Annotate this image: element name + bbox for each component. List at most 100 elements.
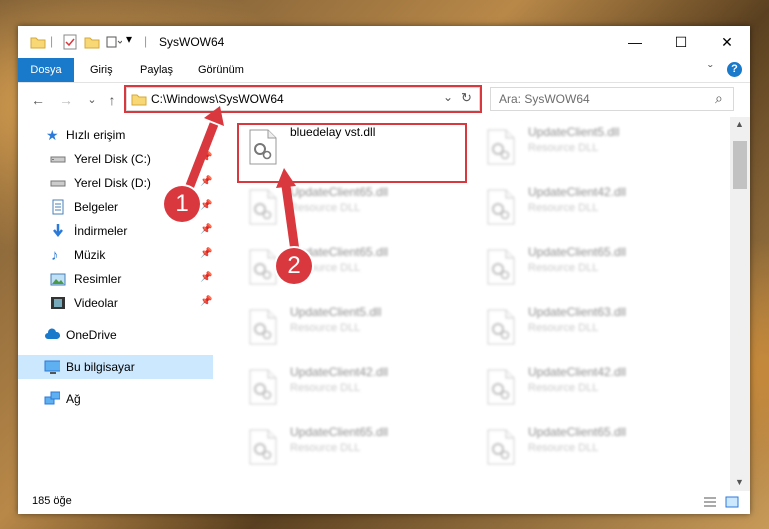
file-tile[interactable]: UpdateClient42.dll Resource DLL	[478, 181, 698, 231]
file-name: UpdateClient65.dll	[290, 185, 389, 199]
explorer-window: | ▾ | SysWOW64 — ☐ ✕ Dosya Giriş Paylaş …	[18, 26, 750, 514]
dll-file-icon	[249, 369, 277, 405]
forward-button[interactable]: →	[56, 90, 76, 110]
pin-icon: 📌	[200, 176, 213, 187]
sidebar-item-this-pc[interactable]: Bu bilgisayar	[18, 355, 213, 379]
sidebar-item-onedrive[interactable]: OneDrive	[18, 323, 213, 347]
status-bar: 185 öğe	[18, 491, 750, 514]
item-count: 185 öğe	[32, 495, 72, 507]
dll-file-icon	[487, 189, 515, 225]
sidebar-item-pictures[interactable]: Resimler 📌	[18, 267, 213, 291]
dll-file-icon	[487, 309, 515, 345]
network-icon	[44, 391, 60, 405]
file-type: Resource DLL	[528, 442, 599, 454]
file-tile[interactable]: UpdateClient65.dll Resource DLL	[240, 421, 460, 471]
up-button[interactable]: ↑	[102, 90, 122, 110]
dll-file-icon	[487, 369, 515, 405]
large-icons-view-icon[interactable]	[724, 495, 740, 509]
tab-home[interactable]: Giriş	[90, 58, 113, 82]
file-tile[interactable]: UpdateClient42.dll Resource DLL	[240, 361, 460, 411]
videos-icon	[51, 297, 65, 309]
pin-icon: 📌	[200, 200, 213, 211]
download-icon	[53, 224, 63, 238]
back-button[interactable]: ←	[28, 90, 48, 110]
sidebar-item-quick-access[interactable]: ★ Hızlı erişim	[18, 123, 213, 147]
drive-icon	[50, 180, 66, 187]
dll-file-icon	[487, 249, 515, 285]
drive-icon	[50, 156, 66, 163]
folder-icon	[30, 37, 46, 49]
cloud-icon	[45, 328, 60, 339]
computer-icon	[44, 360, 60, 374]
sidebar-item-music[interactable]: ♪ Müzik 📌	[18, 243, 213, 267]
details-view-icon[interactable]	[702, 495, 718, 509]
sidebar-item-drive-c[interactable]: Yerel Disk (C:) 📌	[18, 147, 213, 171]
file-tile[interactable]: UpdateClient5.dll Resource DLL	[240, 301, 460, 351]
pictures-icon	[50, 273, 66, 286]
vertical-scrollbar[interactable]: ▲ ▼	[730, 117, 750, 491]
file-highlight-box	[237, 123, 467, 183]
file-tile[interactable]: UpdateClient65.dll Resource DLL	[240, 241, 460, 291]
sidebar-item-downloads[interactable]: İndirmeler 📌	[18, 219, 213, 243]
file-name: UpdateClient65.dll	[528, 245, 627, 259]
file-type: Resource DLL	[528, 322, 599, 334]
pin-icon: 📌	[200, 296, 213, 307]
properties-icon[interactable]	[62, 34, 78, 50]
recent-locations-button[interactable]: ⌄	[82, 90, 102, 110]
file-tile[interactable]: UpdateClient5.dll Resource DLL	[478, 121, 698, 171]
file-type: Resource DLL	[528, 262, 599, 274]
navigation-pane: ★ Hızlı erişim Yerel Disk (C:) 📌 Yerel D…	[18, 117, 213, 491]
documents-icon	[52, 199, 64, 215]
title-bar: | ▾ | SysWOW64 — ☐ ✕	[18, 26, 750, 58]
scroll-down-arrow[interactable]: ▼	[735, 477, 744, 487]
toolbar-dropdown-arrow[interactable]: ▾	[126, 32, 132, 48]
file-name: UpdateClient42.dll	[290, 365, 389, 379]
file-tile[interactable]: UpdateClient42.dll Resource DLL	[478, 361, 698, 411]
new-folder-icon[interactable]	[84, 34, 100, 50]
file-type: Resource DLL	[528, 382, 599, 394]
maximize-button[interactable]: ☐	[658, 26, 704, 58]
window-title: SysWOW64	[159, 35, 225, 49]
tab-file[interactable]: Dosya	[18, 58, 74, 82]
step-badge-2: 2	[276, 248, 312, 284]
pin-icon: 📌	[200, 224, 213, 235]
search-box[interactable]: Ara: SysWOW64 ⌕	[490, 87, 734, 111]
file-name: UpdateClient65.dll	[290, 425, 389, 439]
tab-share[interactable]: Paylaş	[140, 58, 173, 82]
sidebar-item-videos[interactable]: Videolar 📌	[18, 291, 213, 315]
file-type: Resource DLL	[290, 442, 361, 454]
customize-toolbar-icon[interactable]	[106, 34, 122, 50]
scrollbar-thumb[interactable]	[733, 141, 747, 189]
file-name: UpdateClient63.dll	[528, 305, 627, 319]
file-name: UpdateClient42.dll	[528, 185, 627, 199]
search-input[interactable]: Ara: SysWOW64	[499, 92, 590, 106]
file-name: UpdateClient42.dll	[528, 365, 627, 379]
file-name: UpdateClient65.dll	[528, 425, 627, 439]
file-type: Resource DLL	[290, 382, 361, 394]
file-tile[interactable]: UpdateClient65.dll Resource DLL	[478, 241, 698, 291]
address-highlight-box	[124, 85, 482, 113]
dll-file-icon	[249, 249, 277, 285]
music-icon: ♪	[51, 247, 59, 264]
tab-view[interactable]: Görünüm	[198, 58, 244, 82]
pin-icon: 📌	[200, 248, 213, 259]
dll-file-icon	[487, 129, 515, 165]
file-type: Resource DLL	[528, 142, 599, 154]
dll-file-icon	[249, 189, 277, 225]
dll-file-icon	[487, 429, 515, 465]
file-type: Resource DLL	[290, 202, 361, 214]
file-type: Resource DLL	[528, 202, 599, 214]
pin-icon: 📌	[200, 272, 213, 283]
ribbon-tabs: Dosya Giriş Paylaş Görünüm ˇ ?	[18, 58, 750, 83]
dll-file-icon	[249, 429, 277, 465]
file-tile[interactable]: UpdateClient63.dll Resource DLL	[478, 301, 698, 351]
file-tile[interactable]: UpdateClient65.dll Resource DLL	[240, 181, 460, 231]
minimize-button[interactable]: —	[612, 26, 658, 58]
search-icon[interactable]: ⌕	[715, 90, 723, 107]
scroll-up-arrow[interactable]: ▲	[735, 119, 744, 129]
help-icon[interactable]: ?	[727, 62, 742, 77]
ribbon-collapse-button[interactable]: ˇ	[708, 58, 713, 82]
sidebar-item-network[interactable]: Ağ	[18, 387, 213, 411]
file-tile[interactable]: UpdateClient65.dll Resource DLL	[478, 421, 698, 471]
close-button[interactable]: ✕	[704, 26, 750, 58]
